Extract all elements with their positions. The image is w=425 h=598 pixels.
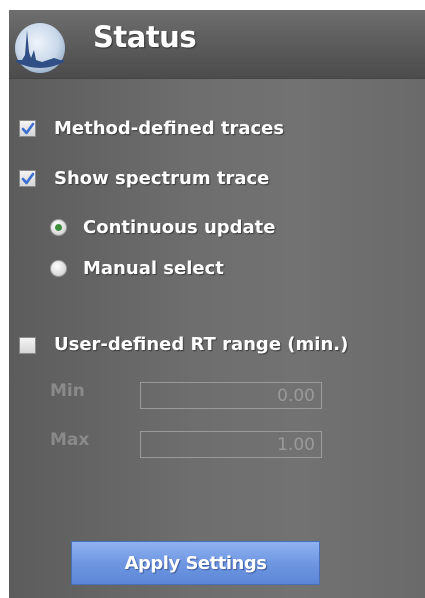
method-traces-label: Method-defined traces	[54, 118, 285, 139]
spectrum-peak-icon	[15, 23, 65, 73]
page-title: Status	[93, 20, 197, 54]
max-input[interactable]	[140, 431, 322, 458]
min-input[interactable]	[140, 382, 322, 409]
max-label: Max	[50, 430, 90, 450]
manual-select-radio[interactable]	[50, 260, 67, 277]
panel-header: Status	[9, 10, 425, 79]
check-icon	[21, 122, 35, 135]
check-icon	[21, 172, 35, 185]
continuous-update-label: Continuous update	[83, 217, 276, 238]
status-panel: Status Method-defined traces Show spectr…	[9, 10, 425, 598]
spectrum-trace-checkbox[interactable]	[19, 170, 36, 187]
method-traces-checkbox[interactable]	[19, 120, 36, 137]
manual-select-label: Manual select	[83, 258, 224, 279]
rt-range-checkbox[interactable]	[19, 337, 36, 354]
apply-settings-button[interactable]: Apply Settings	[71, 541, 320, 585]
radio-selected-dot	[55, 224, 62, 231]
rt-range-label: User-defined RT range (min.)	[54, 334, 349, 355]
continuous-update-radio[interactable]	[50, 219, 67, 236]
spectrum-trace-label: Show spectrum trace	[54, 168, 270, 189]
min-label: Min	[50, 381, 85, 401]
